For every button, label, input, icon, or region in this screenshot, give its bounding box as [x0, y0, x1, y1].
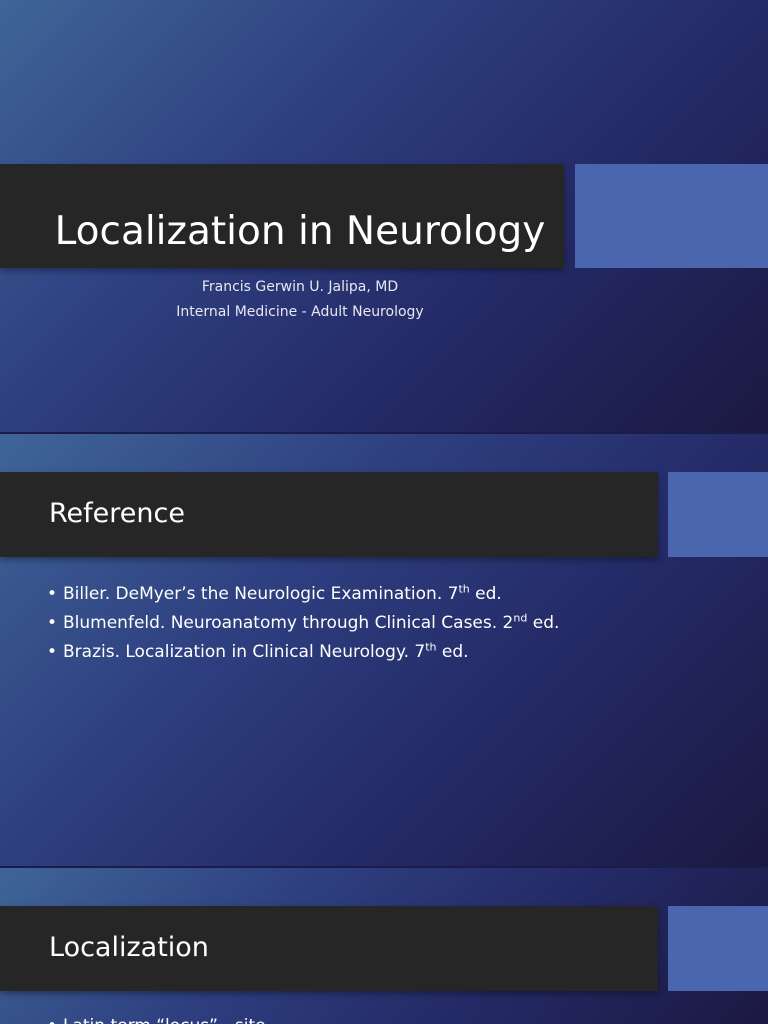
reference-suffix: ed. — [436, 642, 469, 662]
reference-suffix: ed. — [527, 613, 560, 633]
accent-block — [668, 472, 768, 557]
reference-text: Blumenfeld. Neuroanatomy through Clinica… — [63, 613, 514, 633]
accent-block — [668, 906, 768, 991]
slide-heading: Localization — [49, 932, 209, 963]
reference-suffix: ed. — [469, 584, 502, 604]
author-affiliation: Internal Medicine - Adult Neurology — [176, 304, 424, 320]
reference-list: • Biller. DeMyer’s the Neurologic Examina… — [47, 580, 559, 667]
slide-reference: Reference • Biller. DeMyer’s the Neurolog… — [0, 434, 768, 866]
author-name: Francis Gerwin U. Jalipa, MD — [201, 279, 399, 295]
reference-superscript: th — [458, 582, 470, 596]
bullet-icon: • — [47, 584, 58, 604]
bullet-icon: • — [47, 613, 58, 633]
list-item: • Blumenfeld. Neuroanatomy through Clinic… — [47, 609, 559, 638]
reference-text: Biller. DeMyer’s the Neurologic Examinat… — [63, 584, 459, 604]
bullet-text: Latin term “locus” - site — [63, 1016, 266, 1024]
reference-superscript: th — [425, 640, 437, 654]
list-item: • Brazis. Localization in Clinical Neurol… — [47, 638, 559, 667]
slide-title: Localization in Neurology Francis Gerwin… — [0, 0, 768, 432]
slide-localization: Localization •Latin term “locus” - site — [0, 868, 768, 1024]
list-item: •Latin term “locus” - site — [47, 1012, 266, 1024]
presentation-title: Localization in Neurology — [54, 209, 546, 254]
list-item: • Biller. DeMyer’s the Neurologic Examina… — [47, 580, 559, 609]
reference-superscript: nd — [513, 611, 528, 625]
bullet-icon: • — [47, 642, 58, 662]
content-list: •Latin term “locus” - site — [47, 1012, 266, 1024]
accent-block — [575, 164, 768, 268]
reference-text: Brazis. Localization in Clinical Neurolo… — [63, 642, 426, 662]
bullet-icon: • — [47, 1012, 63, 1024]
slide-heading: Reference — [49, 498, 185, 529]
slide-deck-page: Localization in Neurology Francis Gerwin… — [0, 0, 768, 1024]
